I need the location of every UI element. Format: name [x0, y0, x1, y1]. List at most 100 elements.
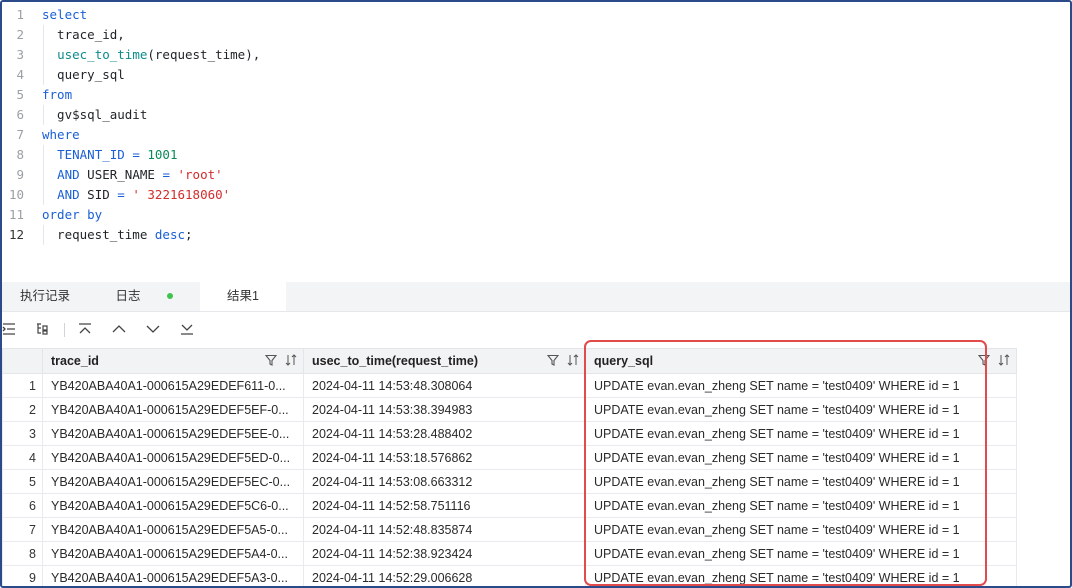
column-header-trace-id[interactable]: trace_id [42, 348, 304, 374]
filter-icon[interactable] [265, 354, 277, 366]
tab-history[interactable]: 执行记录 [2, 282, 88, 311]
column-header-usec-to-time[interactable]: usec_to_time(request_time) [303, 348, 586, 374]
row-index: 9 [2, 565, 43, 586]
cell-request-time[interactable]: 2024-04-11 14:53:38.394983 [303, 397, 586, 422]
code-line[interactable]: 1 select [2, 5, 1070, 25]
column-header-query-sql[interactable]: query_sql [585, 348, 1017, 374]
cell-query-sql[interactable]: UPDATE evan.evan_zheng SET name = 'test0… [585, 421, 1017, 446]
cell-query-sql[interactable]: UPDATE evan.evan_zheng SET name = 'test0… [585, 445, 1017, 470]
code-line[interactable]: 6 gv$sql_audit [2, 105, 1070, 125]
cell-trace-id[interactable]: YB420ABA40A1-000615A29EDEF5EC-0... [42, 469, 304, 494]
code-token: select [42, 7, 88, 22]
code-token: usec_to_time [57, 47, 148, 62]
previous-page-icon[interactable] [110, 320, 128, 338]
code-text: select [42, 5, 87, 25]
cell-trace-id[interactable]: YB420ABA40A1-000615A29EDEF5A4-0... [42, 541, 304, 566]
sort-icon[interactable] [567, 354, 579, 366]
cell-query-sql[interactable]: UPDATE evan.evan_zheng SET name = 'test0… [585, 565, 1017, 586]
result-tabs: 执行记录 日志 结果1 [2, 282, 1070, 312]
tab-log[interactable]: 日志 [88, 282, 200, 311]
cell-request-time[interactable]: 2024-04-11 14:52:29.006628 [303, 565, 586, 586]
code-text: usec_to_time(request_time), [42, 45, 260, 65]
cell-request-time[interactable]: 2024-04-11 14:53:08.663312 [303, 469, 586, 494]
sql-editor[interactable]: 1 select 2 trace_id, 3 usec_to_time(request… [2, 2, 1070, 282]
code-text: TENANT_ID = 1001 [42, 145, 177, 165]
table-row[interactable]: 6 YB420ABA40A1-000615A29EDEF5C6-0... 2024-… [2, 493, 1017, 518]
indent-guide [43, 225, 44, 245]
cell-query-sql[interactable]: UPDATE evan.evan_zheng SET name = 'test0… [585, 373, 1017, 398]
next-page-icon[interactable] [144, 320, 162, 338]
last-page-icon[interactable] [178, 320, 196, 338]
code-token: request_time [42, 227, 155, 242]
code-token: order by [42, 207, 103, 222]
line-number: 10 [8, 187, 24, 202]
table-row[interactable]: 8 YB420ABA40A1-000615A29EDEF5A4-0... 2024-… [2, 541, 1017, 566]
filter-icon[interactable] [978, 354, 990, 366]
first-page-icon[interactable] [76, 320, 94, 338]
code-line[interactable]: 11 order by [2, 205, 1070, 225]
sort-icon[interactable] [998, 354, 1010, 366]
table-row[interactable]: 5 YB420ABA40A1-000615A29EDEF5EC-0... 2024-… [2, 469, 1017, 494]
code-line[interactable]: 2 trace_id, [2, 25, 1070, 45]
line-number: 11 [8, 207, 24, 222]
code-line[interactable]: 4 query_sql [2, 65, 1070, 85]
cell-request-time[interactable]: 2024-04-11 14:52:38.923424 [303, 541, 586, 566]
code-line[interactable]: 8 TENANT_ID = 1001 [2, 145, 1070, 165]
code-token: AND [57, 187, 80, 202]
cell-request-time[interactable]: 2024-04-11 14:52:58.751116 [303, 493, 586, 518]
cell-trace-id[interactable]: YB420ABA40A1-000615A29EDEF5C6-0... [42, 493, 304, 518]
code-token: SID [79, 187, 118, 202]
cell-trace-id[interactable]: YB420ABA40A1-000615A29EDEF5EE-0... [42, 421, 304, 446]
code-token: trace_id, [42, 27, 125, 42]
code-line[interactable]: 7 where [2, 125, 1070, 145]
table-row[interactable]: 3 YB420ABA40A1-000615A29EDEF5EE-0... 2024-… [2, 421, 1017, 446]
code-line[interactable]: 5 from [2, 85, 1070, 105]
cell-query-sql[interactable]: UPDATE evan.evan_zheng SET name = 'test0… [585, 517, 1017, 542]
code-line[interactable]: 3 usec_to_time(request_time), [2, 45, 1070, 65]
cell-request-time[interactable]: 2024-04-11 14:52:48.835874 [303, 517, 586, 542]
cell-trace-id[interactable]: YB420ABA40A1-000615A29EDEF5A5-0... [42, 517, 304, 542]
table-row[interactable]: 9 YB420ABA40A1-000615A29EDEF5A3-0... 2024-… [2, 565, 1017, 586]
indent-guide [43, 105, 44, 125]
tab-result[interactable]: 结果1 [200, 282, 286, 311]
column-header-label: usec_to_time(request_time) [312, 354, 479, 368]
cell-request-time[interactable]: 2024-04-11 14:53:28.488402 [303, 421, 586, 446]
expand-rows-icon[interactable] [2, 320, 18, 338]
code-line[interactable]: 12 request_time desc; [2, 225, 1070, 245]
code-token: = [162, 167, 170, 182]
code-token: USER_NAME [79, 167, 163, 182]
tree-structure-icon[interactable] [33, 320, 51, 338]
code-token: = [117, 187, 125, 202]
code-line[interactable]: 10 AND SID = ' 3221618060' [2, 185, 1070, 205]
table-row[interactable]: 4 YB420ABA40A1-000615A29EDEF5ED-0... 2024-… [2, 445, 1017, 470]
code-token: TENANT_ID [57, 147, 125, 162]
table-row[interactable]: 1 YB420ABA40A1-000615A29EDEF611-0... 2024-… [2, 373, 1017, 398]
cell-query-sql[interactable]: UPDATE evan.evan_zheng SET name = 'test0… [585, 541, 1017, 566]
cell-query-sql[interactable]: UPDATE evan.evan_zheng SET name = 'test0… [585, 469, 1017, 494]
sort-icon[interactable] [285, 354, 297, 366]
line-number: 7 [16, 127, 24, 142]
cell-trace-id[interactable]: YB420ABA40A1-000615A29EDEF5ED-0... [42, 445, 304, 470]
table-row[interactable]: 2 YB420ABA40A1-000615A29EDEF5EF-0... 2024-… [2, 397, 1017, 422]
row-index: 4 [2, 445, 43, 470]
line-number: 6 [16, 107, 24, 122]
code-text: query_sql [42, 65, 125, 85]
code-line[interactable]: 9 AND USER_NAME = 'root' [2, 165, 1070, 185]
line-number: 1 [16, 7, 24, 22]
table-row[interactable]: 7 YB420ABA40A1-000615A29EDEF5A5-0... 2024-… [2, 517, 1017, 542]
code-text: trace_id, [42, 25, 125, 45]
filter-icon[interactable] [547, 354, 559, 366]
cell-trace-id[interactable]: YB420ABA40A1-000615A29EDEF5A3-0... [42, 565, 304, 586]
row-index: 2 [2, 397, 43, 422]
cell-query-sql[interactable]: UPDATE evan.evan_zheng SET name = 'test0… [585, 397, 1017, 422]
cell-query-sql[interactable]: UPDATE evan.evan_zheng SET name = 'test0… [585, 493, 1017, 518]
column-header-label: trace_id [51, 354, 99, 368]
cell-trace-id[interactable]: YB420ABA40A1-000615A29EDEF611-0... [42, 373, 304, 398]
cell-trace-id[interactable]: YB420ABA40A1-000615A29EDEF5EF-0... [42, 397, 304, 422]
table-header-row: trace_id usec_to_time(request_time) quer… [2, 348, 1017, 374]
cell-request-time[interactable]: 2024-04-11 14:53:48.308064 [303, 373, 586, 398]
code-token: where [42, 127, 80, 142]
row-index: 1 [2, 373, 43, 398]
table-body: 1 YB420ABA40A1-000615A29EDEF611-0... 2024-… [2, 373, 1017, 586]
cell-request-time[interactable]: 2024-04-11 14:53:18.576862 [303, 445, 586, 470]
